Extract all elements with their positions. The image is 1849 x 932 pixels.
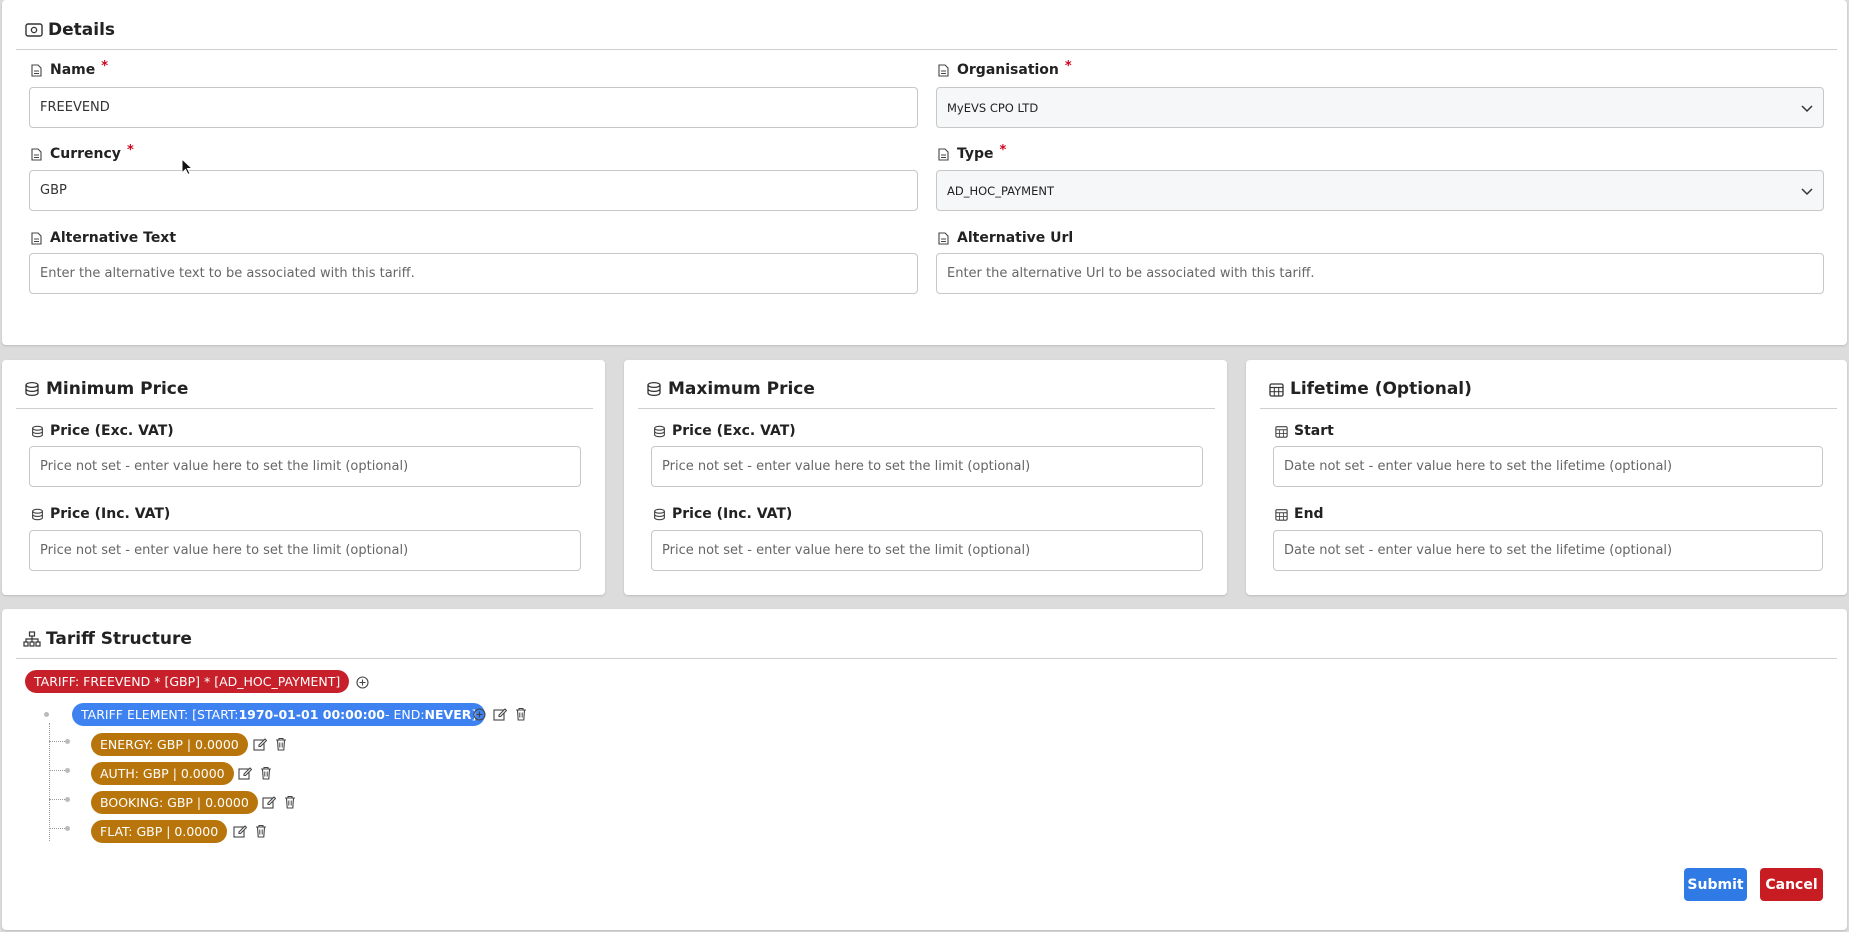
name-input[interactable]: FREEVEND <box>29 87 918 128</box>
trash-icon[interactable] <box>253 823 269 839</box>
min-exc-input[interactable]: Price not set - enter value here to set … <box>29 446 581 487</box>
lifetime-title: Lifetime (Optional) <box>1266 379 1472 399</box>
max-exc-label: Price (Exc. VAT) <box>653 423 796 439</box>
trash-icon[interactable] <box>513 706 529 722</box>
tree-connector <box>65 768 70 773</box>
edit-icon[interactable] <box>492 706 508 722</box>
edit-icon[interactable] <box>232 823 248 839</box>
organisation-select[interactable]: MyEVS CPO LTD <box>936 87 1824 128</box>
tree-connector <box>65 826 70 831</box>
tariff-root-node[interactable]: TARIFF: FREEVEND * [GBP] * [AD_HOC_PAYME… <box>25 670 350 693</box>
edit-icon[interactable] <box>261 794 277 810</box>
min-price-title: Minimum Price <box>22 379 188 399</box>
trash-icon[interactable] <box>273 736 289 752</box>
currency-input[interactable]: GBP <box>29 170 918 211</box>
alt-text-label: Alternative Text <box>31 230 176 246</box>
trash-icon[interactable] <box>282 794 298 810</box>
alt-url-label: Alternative Url <box>938 230 1073 246</box>
end-date-input[interactable]: Date not set - enter value here to set t… <box>1273 530 1823 571</box>
coins-icon <box>653 508 666 521</box>
details-card: Details Name * FREEVEND Organisation * MyE… <box>2 0 1847 345</box>
money-icon <box>24 20 44 40</box>
end-label: End <box>1275 506 1324 522</box>
min-inc-label: Price (Inc. VAT) <box>31 506 170 522</box>
component-node-flat[interactable]: FLAT: GBP | 0.0000 <box>91 820 228 843</box>
mouse-cursor-icon <box>181 158 193 176</box>
min-exc-label: Price (Exc. VAT) <box>31 423 174 439</box>
edit-icon[interactable] <box>252 736 268 752</box>
alt-text-input[interactable]: Enter the alternative text to be associa… <box>29 253 918 294</box>
organisation-label: Organisation * <box>938 59 1072 78</box>
max-price-card: Maximum Price Price (Exc. VAT) Price not… <box>624 360 1227 595</box>
calendar-icon <box>1275 508 1288 521</box>
edit-icon[interactable] <box>237 765 253 781</box>
coins-icon <box>644 379 664 399</box>
max-inc-label: Price (Inc. VAT) <box>653 506 792 522</box>
add-component-icon[interactable] <box>471 706 487 722</box>
tariff-element-node[interactable]: TARIFF ELEMENT: [START: 1970-01-01 00:00… <box>72 703 486 726</box>
max-inc-input[interactable]: Price not set - enter value here to set … <box>651 530 1203 571</box>
tariff-structure-title: Tariff Structure <box>22 629 192 649</box>
details-divider <box>16 49 1837 50</box>
trash-icon[interactable] <box>258 765 274 781</box>
calendar-icon <box>1275 425 1288 438</box>
chevron-down-icon <box>1801 102 1813 116</box>
start-label: Start <box>1275 423 1334 439</box>
chevron-down-icon <box>1801 185 1813 199</box>
type-label: Type * <box>938 143 1006 162</box>
calendar-icon <box>1266 379 1286 399</box>
min-price-card: Minimum Price Price (Exc. VAT) Price not… <box>2 360 605 595</box>
max-price-title: Maximum Price <box>644 379 815 399</box>
coins-icon <box>31 425 44 438</box>
document-icon <box>938 231 951 245</box>
details-title: Details <box>24 20 115 40</box>
sitemap-icon <box>22 629 42 649</box>
coins-icon <box>653 425 666 438</box>
document-icon <box>938 147 951 161</box>
tariff-structure-divider <box>16 658 1837 659</box>
start-date-input[interactable]: Date not set - enter value here to set t… <box>1273 446 1823 487</box>
cancel-button[interactable]: Cancel <box>1760 868 1823 901</box>
min-price-divider <box>16 408 593 409</box>
component-node-auth[interactable]: AUTH: GBP | 0.0000 <box>91 762 234 785</box>
document-icon <box>938 63 951 77</box>
type-select[interactable]: AD_HOC_PAYMENT <box>936 170 1824 211</box>
name-label: Name * <box>31 59 108 78</box>
max-price-divider <box>638 408 1215 409</box>
tree-connector <box>65 739 70 744</box>
lifetime-card: Lifetime (Optional) Start Date not set -… <box>1246 360 1847 595</box>
document-icon <box>31 63 44 77</box>
max-exc-input[interactable]: Price not set - enter value here to set … <box>651 446 1203 487</box>
min-inc-input[interactable]: Price not set - enter value here to set … <box>29 530 581 571</box>
coins-icon <box>22 379 42 399</box>
lifetime-divider <box>1260 408 1837 409</box>
component-node-energy[interactable]: ENERGY: GBP | 0.0000 <box>91 733 248 756</box>
coins-icon <box>31 508 44 521</box>
tree-connector <box>44 712 49 717</box>
alt-url-input[interactable]: Enter the alternative Url to be associat… <box>936 253 1824 294</box>
document-icon <box>31 231 44 245</box>
tree-connector <box>65 797 70 802</box>
component-node-booking[interactable]: BOOKING: GBP | 0.0000 <box>91 791 258 814</box>
document-icon <box>31 147 44 161</box>
tariff-structure-card: Tariff Structure TARIFF: FREEVEND * [GBP… <box>2 609 1847 930</box>
add-element-icon[interactable] <box>354 674 370 690</box>
currency-label: Currency * <box>31 143 134 162</box>
submit-button[interactable]: Submit <box>1684 868 1747 901</box>
